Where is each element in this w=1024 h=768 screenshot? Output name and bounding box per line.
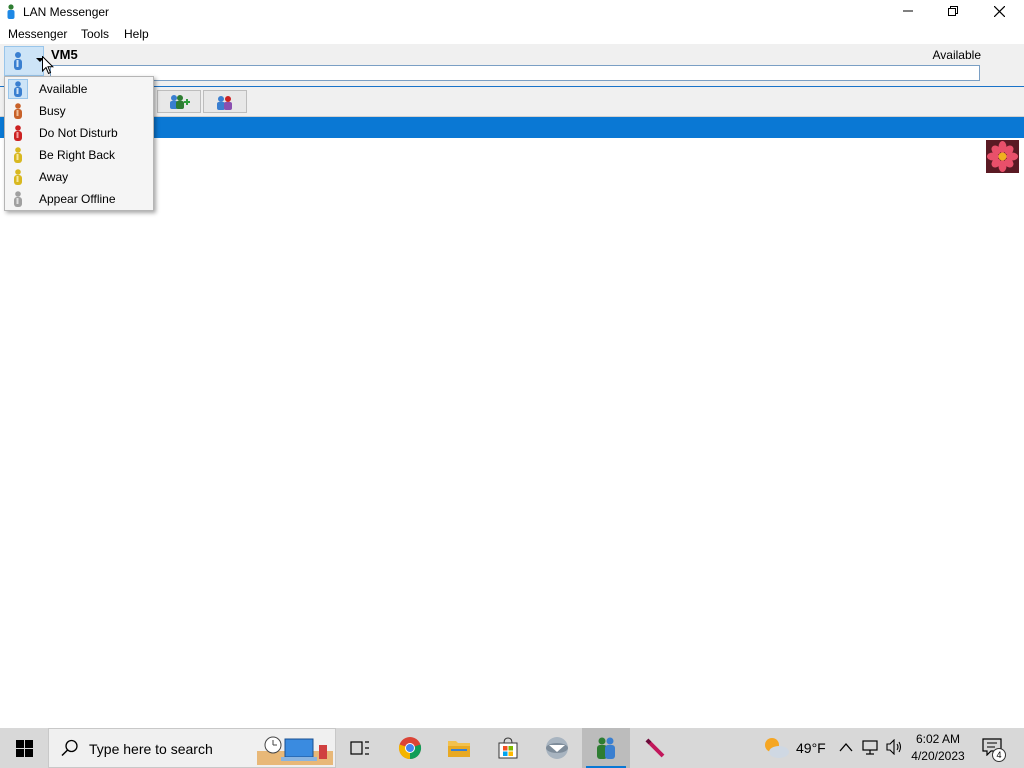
status-menu-item-available[interactable]: Available [6, 78, 152, 100]
search-placeholder: Type here to search [89, 741, 213, 757]
status-menu-item-do-not-disturb[interactable]: Do Not Disturb [6, 122, 152, 144]
status-dnd-icon [14, 125, 22, 141]
status-menu-item-away[interactable]: Away [6, 166, 152, 188]
status-menu-label: Available [39, 82, 88, 96]
clock-time[interactable]: 6:02 AM [913, 732, 963, 746]
status-menu-item-busy[interactable]: Busy [6, 100, 152, 122]
restore-button[interactable] [930, 0, 976, 22]
status-menu-label: Busy [39, 104, 66, 118]
close-button[interactable] [976, 0, 1022, 22]
weather-temperature[interactable]: 49°F [796, 740, 826, 756]
close-icon [993, 5, 1005, 17]
status-menu-label: Appear Offline [39, 192, 116, 206]
pen-icon [645, 738, 665, 758]
status-offline-icon [14, 191, 22, 207]
taskbar-search-box[interactable]: Type here to search [48, 728, 336, 768]
menu-tools[interactable]: Tools [77, 26, 113, 42]
status-away-icon [14, 169, 22, 185]
volume-icon[interactable] [886, 739, 904, 755]
title-bar[interactable]: LAN Messenger [0, 0, 1024, 24]
status-dropdown-button[interactable] [4, 46, 44, 76]
weather-partly-cloudy-icon [765, 738, 789, 758]
status-menu: Available Busy Do Not Disturb Be Right B… [4, 76, 154, 211]
user-avatar[interactable] [986, 140, 1019, 173]
task-view-button[interactable] [336, 728, 384, 768]
taskbar: Type here to search 49°F 6:02 AM 4/20/20… [0, 728, 1024, 768]
status-available-icon [14, 81, 22, 97]
chevron-up-icon[interactable] [839, 742, 853, 752]
status-note-input[interactable] [50, 65, 980, 81]
status-menu-label: Do Not Disturb [39, 126, 118, 140]
folder-icon [448, 741, 470, 757]
status-menu-item-appear-offline[interactable]: Appear Offline [6, 188, 152, 210]
status-menu-item-be-right-back[interactable]: Be Right Back [6, 144, 152, 166]
search-icon [61, 739, 78, 757]
store-icon [498, 737, 518, 759]
broadcast-button[interactable] [203, 90, 247, 113]
lan-messenger-icon [597, 737, 615, 759]
menu-help[interactable]: Help [120, 26, 153, 42]
minimize-icon [903, 10, 913, 12]
current-status-text: Available [932, 48, 981, 62]
taskbar-file-explorer[interactable] [435, 728, 483, 768]
mouse-cursor-icon [42, 56, 54, 75]
minimize-button[interactable] [885, 0, 931, 22]
status-brb-icon [14, 147, 22, 163]
menu-bar: Messenger Tools Help [0, 24, 1024, 44]
contact-list [0, 138, 1024, 728]
lan-messenger-app-icon [7, 4, 15, 19]
status-available-icon [14, 52, 22, 70]
taskbar-pen-app[interactable] [631, 728, 679, 768]
taskbar-app-globe[interactable] [533, 728, 581, 768]
notification-count-badge: 4 [992, 748, 1006, 762]
flower-avatar-icon [986, 140, 1019, 173]
taskbar-lan-messenger[interactable] [582, 728, 630, 768]
network-icon[interactable] [862, 739, 880, 755]
add-contact-button[interactable] [157, 90, 201, 113]
chrome-icon [398, 737, 422, 760]
mail-globe-icon [546, 737, 568, 759]
start-button[interactable] [0, 728, 48, 768]
menu-messenger[interactable]: Messenger [4, 26, 71, 42]
windows-logo-icon [15, 739, 33, 757]
status-busy-icon [14, 103, 22, 119]
search-highlight-illustration-icon [257, 736, 333, 765]
taskbar-microsoft-store[interactable] [484, 728, 532, 768]
add-contact-icon [170, 94, 190, 109]
taskbar-chrome[interactable] [386, 728, 434, 768]
task-view-icon [350, 741, 369, 755]
status-menu-label: Be Right Back [39, 148, 116, 162]
broadcast-icon [217, 95, 232, 110]
restore-icon [948, 6, 958, 16]
clock-date[interactable]: 4/20/2023 [908, 749, 968, 763]
status-menu-label: Away [39, 170, 69, 184]
window-title: LAN Messenger [23, 5, 110, 19]
user-name: VM5 [51, 47, 78, 62]
